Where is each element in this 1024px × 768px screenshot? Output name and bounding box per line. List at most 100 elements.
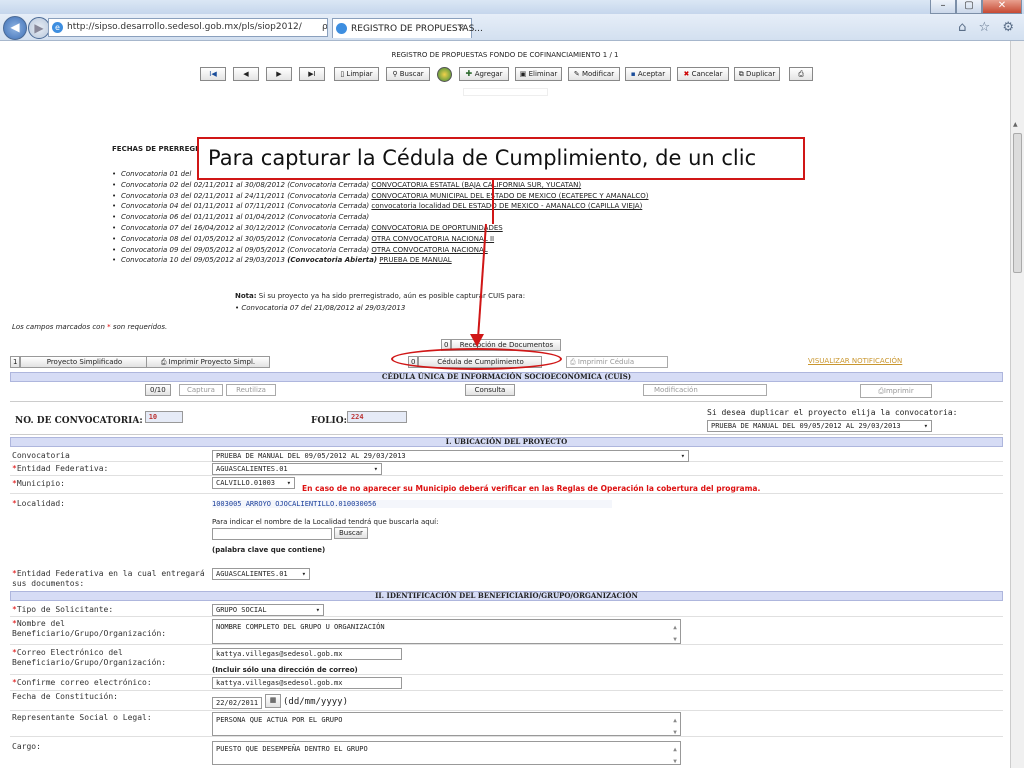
representante-value: PERSONA QUE ACTUA POR EL GRUPO — [216, 716, 343, 724]
scroll-thumb[interactable] — [1013, 133, 1022, 273]
entrega-select[interactable]: AGUASCALIENTES.01 ▾ — [212, 568, 310, 580]
localidad-hint: Para indicar el nombre de la Localidad t… — [212, 518, 439, 526]
entidad-row: *Entidad Federativa: AGUASCALIENTES.01 ▾ — [10, 462, 1003, 476]
visualizar-notificacion-link[interactable]: VISUALIZAR NOTIFICACIÓN — [808, 357, 902, 365]
nota-item: • Convocatoria 07 del 21/08/2012 al 29/0… — [235, 304, 406, 312]
textarea-scroll[interactable]: ▲ ▼ — [671, 622, 679, 646]
entidad-select[interactable]: AGUASCALIENTES.01 ▾ — [212, 463, 382, 475]
municipio-label-text: Municipio: — [16, 479, 65, 488]
nombre-label: *Nombre del Beneficiario/Grupo/Organizaci… — [12, 619, 166, 639]
back-button[interactable]: ◀ — [3, 16, 27, 40]
localidad-search-input[interactable] — [212, 528, 332, 540]
address-bar[interactable]: e http://sipso.desarrollo.sedesol.gob.mx… — [48, 18, 328, 37]
cancel-icon: ✖ — [683, 70, 692, 78]
duplicar-select[interactable]: PRUEBA DE MANUAL DEL 09/05/2012 AL 29/03… — [707, 420, 932, 432]
agregar-button[interactable]: ✚ Agregar — [459, 67, 509, 81]
imprimir-cedula-button[interactable]: ⎙ Imprimir Cédula — [566, 356, 668, 368]
trash-icon: ▣ — [519, 70, 529, 78]
maximize-button[interactable]: ▢ — [956, 0, 982, 14]
convocatoria-link[interactable]: CONVOCATORIA DE OPORTUNIDADES — [371, 224, 502, 232]
tab-registro[interactable]: REGISTRO DE PROPUESTAS... ✕ — [332, 18, 483, 39]
confirme-input[interactable]: kattya.villegas@sedesol.gob.mx — [212, 677, 402, 689]
calendar-icon[interactable]: ▦ — [265, 694, 281, 708]
nombre-textarea[interactable]: NOMBRE COMPLETO DEL GRUPO U ORGANIZACIÓN… — [212, 619, 681, 644]
search-icon: ⚲ — [392, 70, 400, 78]
imprimir-cuis-button[interactable]: ⎙Imprimir — [860, 384, 932, 398]
next-record-button[interactable]: ▶ — [266, 67, 292, 81]
prev-record-button[interactable]: ◀ — [233, 67, 259, 81]
convocatoria-select[interactable]: PRUEBA DE MANUAL DEL 09/05/2012 AL 29/03… — [212, 450, 689, 462]
textarea-scroll[interactable]: ▲ ▼ — [671, 744, 679, 768]
scroll-up-icon[interactable]: ▲ — [1013, 121, 1018, 128]
aceptar-button[interactable]: ▪ Aceptar — [625, 67, 671, 81]
buscar-button[interactable]: ⚲ Buscar — [386, 67, 430, 81]
cargo-textarea[interactable]: PUESTO QUE DESEMPEÑA DENTRO EL GRUPO ▲ ▼ — [212, 741, 681, 765]
fecha-input[interactable]: 22/02/2011 — [212, 697, 262, 709]
page-content: REGISTRO DE PROPUESTAS FONDO DE COFINANC… — [0, 41, 1010, 768]
tipo-select-value: GRUPO SOCIAL — [216, 606, 267, 614]
convocatoria-link[interactable]: OTRA CONVOCATORIA NACIONAL — [371, 246, 487, 254]
tipo-row: *Tipo de Solicitante: GRUPO SOCIAL ▾ — [10, 603, 1003, 617]
required-note: Los campos marcados con * son requeridos… — [12, 323, 167, 331]
entrega-label-a: Entidad Federativa en la cual entregará — [16, 569, 205, 578]
convocatoria-link[interactable]: PRUEBA DE MANUAL — [379, 256, 451, 264]
municipio-select-value: CALVILLO.01003 — [216, 479, 276, 487]
buscar-label: Buscar — [399, 70, 424, 78]
correo-hint: (Incluir sólo una dirección de correo) — [212, 666, 358, 674]
textarea-scroll[interactable]: ▲ ▼ — [671, 715, 679, 739]
confirme-label-text: Confirme correo electrónico: — [16, 678, 152, 687]
captura-button[interactable]: Captura — [179, 384, 223, 396]
forward-button[interactable]: ▶ — [28, 17, 50, 39]
no-convocatoria-field[interactable]: 10 — [144, 411, 183, 423]
fecha-format: (dd/mm/yyyy) — [283, 697, 349, 707]
representante-textarea[interactable]: PERSONA QUE ACTUA POR EL GRUPO ▲ ▼ — [212, 712, 681, 736]
printer-icon: ⎙ — [160, 358, 169, 366]
consulta-button[interactable]: Consulta — [465, 384, 515, 396]
copy-icon: ⧉ — [738, 70, 747, 78]
page-scrollbar[interactable]: ▲ — [1010, 41, 1024, 768]
simplificado-button[interactable]: Proyecto Simplificado — [20, 356, 149, 368]
close-window-button[interactable]: ✕ — [982, 0, 1022, 14]
duplicar-button[interactable]: ⧉ Duplicar — [734, 67, 780, 81]
folio-field[interactable]: 224 — [346, 411, 407, 423]
address-tools[interactable]: ρ ▾ ⊠ C ✕ — [319, 19, 327, 36]
localidad-buscar-button[interactable]: Buscar — [334, 527, 368, 539]
convocatoria-link[interactable]: OTRA CONVOCATORIA NACIONAL II — [371, 235, 494, 243]
correo-input[interactable]: kattya.villegas@sedesol.gob.mx — [212, 648, 402, 660]
correo-row: *Correo Electrónico del Beneficiario/Grup… — [10, 645, 1003, 675]
imprimir-simpl-button[interactable]: ⎙ Imprimir Proyecto Simpl. — [146, 356, 270, 368]
municipio-select[interactable]: CALVILLO.01003 ▾ — [212, 477, 295, 489]
tipo-select[interactable]: GRUPO SOCIAL ▾ — [212, 604, 324, 616]
list-item: Convocatoria 04 del 01/11/2011 al 07/11/… — [112, 201, 649, 212]
last-record-button[interactable]: ▶I — [299, 67, 325, 81]
ie-icon: e — [52, 22, 63, 33]
page-title: REGISTRO DE PROPUESTAS FONDO DE COFINANC… — [391, 51, 619, 59]
convocatoria-text: Convocatoria 03 del 02/11/2011 al 24/11/… — [121, 191, 372, 200]
tab-close-icon[interactable]: ✕ — [457, 19, 465, 39]
modificacion-button[interactable]: Modificación — [643, 384, 767, 396]
cancelar-button[interactable]: ✖ Cancelar — [677, 67, 729, 81]
tipo-label-text: Tipo de Solicitante: — [16, 605, 114, 614]
print-button[interactable]: ⎙ — [789, 67, 813, 81]
sedesol-logo-icon[interactable] — [437, 67, 452, 82]
reutiliza-button[interactable]: Reutiliza — [226, 384, 276, 396]
eliminar-label: Eliminar — [528, 70, 558, 78]
first-record-button[interactable]: I◀ — [200, 67, 226, 81]
nombre-value: NOMBRE COMPLETO DEL GRUPO U ORGANIZACIÓN — [216, 623, 385, 631]
fecha-row: Fecha de Constitución: 22/02/2011 ▦ (dd/… — [10, 691, 1003, 711]
municipio-label: *Municipio: — [12, 479, 65, 489]
localidad-label: *Localidad: — [12, 499, 65, 509]
limpiar-label: Limpiar — [346, 70, 373, 78]
convocatoria-link[interactable]: convocatoria localidad DEL ESTADO DE MEX… — [371, 202, 642, 210]
limpiar-button[interactable]: ▯ Limpiar — [334, 67, 379, 81]
minimize-button[interactable]: – — [930, 0, 956, 14]
convocatoria-text: Convocatoria 02 del 02/11/2011 al 30/08/… — [121, 180, 372, 189]
toolbar-icons[interactable]: ⌂ ☆ ⚙ — [958, 20, 1018, 35]
eliminar-button[interactable]: ▣ Eliminar — [515, 67, 562, 81]
duplicar-text: Si desea duplicar el proyecto elija la c… — [707, 408, 958, 417]
modificar-button[interactable]: ✎ Modificar — [568, 67, 620, 81]
convocatoria-link[interactable]: CONVOCATORIA MUNICIPAL DEL ESTADO DE MEX… — [371, 192, 648, 200]
required-note-b: son requeridos. — [110, 323, 168, 331]
convocatoria-link[interactable]: CONVOCATORIA ESTATAL (BAJA CALIFORNIA SU… — [371, 181, 581, 189]
palabra-clave-hint: (palabra clave que contiene) — [212, 546, 326, 554]
